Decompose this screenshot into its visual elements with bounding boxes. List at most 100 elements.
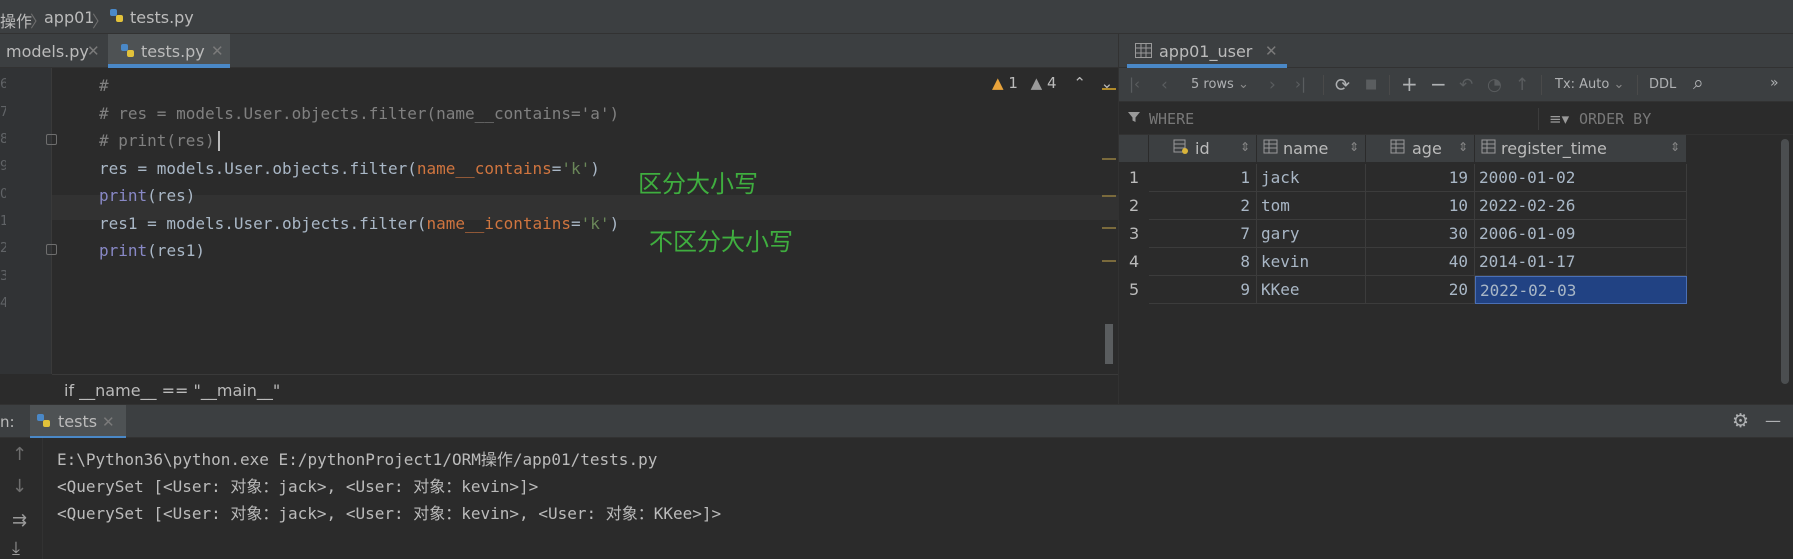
arrow-up-icon[interactable]: ↑ bbox=[12, 444, 27, 465]
ddl-button[interactable]: DDL bbox=[1649, 77, 1676, 92]
scroll-to-end-icon[interactable]: ⤓ bbox=[12, 538, 20, 559]
inspection-warnings[interactable]: ▲ 1 ▲ 4 ⌃ ⌄ bbox=[992, 74, 1113, 92]
breadcrumb-item-app01[interactable]: app01 bbox=[44, 8, 94, 27]
warning-stripe[interactable] bbox=[1102, 227, 1116, 229]
next-page-icon[interactable]: › bbox=[1269, 75, 1276, 95]
cell-id[interactable]: 7 bbox=[1149, 220, 1257, 248]
cell-name[interactable]: KKee bbox=[1257, 276, 1366, 304]
grid-corner bbox=[1119, 135, 1149, 163]
row-number[interactable]: 2 bbox=[1119, 192, 1149, 220]
scrollbar-thumb[interactable] bbox=[1781, 139, 1789, 384]
refresh-icon[interactable]: ⟳ bbox=[1335, 75, 1350, 96]
cell-age[interactable]: 30 bbox=[1366, 220, 1475, 248]
warning-stripe[interactable] bbox=[1102, 158, 1116, 160]
revert-icon[interactable]: ↶ bbox=[1459, 75, 1473, 95]
close-icon[interactable]: ✕ bbox=[211, 42, 224, 60]
column-icon bbox=[1390, 139, 1406, 159]
transaction-mode-dropdown[interactable]: Tx: Auto ⌄ bbox=[1555, 77, 1624, 92]
cell-id[interactable]: 1 bbox=[1149, 164, 1257, 192]
fold-marker-icon[interactable] bbox=[46, 134, 57, 145]
search-icon[interactable]: ⌕ bbox=[1693, 72, 1704, 94]
gear-icon[interactable]: ⚙ bbox=[1732, 410, 1749, 432]
sort-toggle-icon[interactable]: ⇕ bbox=[1670, 140, 1680, 154]
code-token: ) bbox=[609, 214, 620, 233]
submit-icon[interactable]: ↑ bbox=[1515, 75, 1529, 95]
code-line: print(res1) bbox=[99, 241, 205, 260]
db-tab-bar: app01_user ✕ bbox=[1119, 34, 1793, 68]
more-actions-icon[interactable]: » bbox=[1770, 75, 1779, 91]
row-number[interactable]: 4 bbox=[1119, 248, 1149, 276]
annotation-case-sensitive: 区分大小写 bbox=[638, 170, 758, 198]
fold-marker-icon[interactable] bbox=[46, 244, 57, 255]
column-header-id[interactable]: id ⇕ bbox=[1149, 135, 1257, 163]
add-row-icon[interactable]: + bbox=[1401, 72, 1418, 96]
cell-age[interactable]: 10 bbox=[1366, 192, 1475, 220]
breadcrumb-item-file[interactable]: tests.py bbox=[130, 8, 194, 27]
code-editor[interactable]: 6 7 8 9 0 1 2 3 4 # # res = models.User.… bbox=[0, 68, 1118, 374]
row-number[interactable]: 5 bbox=[1119, 276, 1149, 304]
cell-value: tom bbox=[1261, 196, 1290, 215]
breadcrumb-item-folder[interactable]: 操作 bbox=[0, 8, 32, 32]
row-number-label: 4 bbox=[1129, 252, 1140, 271]
warning-stripe[interactable] bbox=[1102, 195, 1116, 197]
previous-page-icon[interactable]: ‹ bbox=[1161, 75, 1168, 95]
run-tool-window-header: n: tests ✕ ⚙ — bbox=[0, 404, 1793, 439]
column-header-name[interactable]: name ⇕ bbox=[1257, 135, 1366, 163]
arrow-down-icon[interactable]: ↓ bbox=[12, 476, 27, 497]
code-line: # res = models.User.objects.filter(name_… bbox=[99, 104, 620, 123]
close-icon[interactable]: ✕ bbox=[102, 413, 115, 431]
cell-register-time[interactable]: 2000-01-02 bbox=[1475, 164, 1687, 192]
code-breadcrumb[interactable]: if __name__ == "__main__" bbox=[52, 374, 1118, 404]
tab-models-py[interactable]: models.py ✕ bbox=[0, 34, 106, 68]
cell-age[interactable]: 20 bbox=[1366, 276, 1475, 304]
stop-icon[interactable]: ■ bbox=[1365, 77, 1377, 92]
cell-name[interactable]: tom bbox=[1257, 192, 1366, 220]
result-grid[interactable]: id ⇕ name ⇕ age ⇕ register_time ⇕ 1 1 ja… bbox=[1119, 135, 1793, 404]
order-by-input[interactable]: ORDER BY bbox=[1579, 110, 1651, 128]
sort-toggle-icon[interactable]: ⇕ bbox=[1240, 140, 1250, 154]
grid-scrollbar[interactable] bbox=[1777, 135, 1793, 404]
tab-tests-run[interactable]: tests ✕ bbox=[30, 405, 126, 439]
cell-id[interactable]: 8 bbox=[1149, 248, 1257, 276]
last-page-icon[interactable]: ›| bbox=[1295, 75, 1306, 93]
sort-toggle-icon[interactable]: ⇕ bbox=[1349, 140, 1359, 154]
cell-name[interactable]: jack bbox=[1257, 164, 1366, 192]
editor-scroll-markers[interactable] bbox=[1100, 68, 1118, 374]
close-icon[interactable]: ✕ bbox=[1265, 42, 1278, 60]
tab-app01-user[interactable]: app01_user ✕ bbox=[1127, 34, 1287, 68]
table-icon bbox=[1135, 43, 1152, 62]
cell-register-time-selected[interactable]: 2022-02-03 bbox=[1475, 276, 1687, 304]
page-size-dropdown[interactable]: 5 rows ⌄ bbox=[1191, 77, 1249, 92]
cell-age[interactable]: 40 bbox=[1366, 248, 1475, 276]
cell-register-time[interactable]: 2006-01-09 bbox=[1475, 220, 1687, 248]
cell-id[interactable]: 2 bbox=[1149, 192, 1257, 220]
run-console[interactable]: ↑ ↓ ⇉ ⤓ E:\Python36\python.exe E:/python… bbox=[0, 438, 1793, 559]
column-header-register-time[interactable]: register_time ⇕ bbox=[1475, 135, 1687, 163]
delete-row-icon[interactable]: − bbox=[1430, 72, 1447, 96]
annotation-case-insensitive: 不区分大小写 bbox=[649, 228, 793, 256]
row-number[interactable]: 3 bbox=[1119, 220, 1149, 248]
warning-stripe[interactable] bbox=[1102, 88, 1116, 90]
cell-name[interactable]: kevin bbox=[1257, 248, 1366, 276]
cell-age[interactable]: 19 bbox=[1366, 164, 1475, 192]
toolbar-divider bbox=[1389, 75, 1390, 95]
sort-toggle-icon[interactable]: ⇕ bbox=[1458, 140, 1468, 154]
tab-tests-py[interactable]: tests.py ✕ bbox=[108, 34, 230, 68]
cell-value: jack bbox=[1261, 168, 1300, 187]
soft-wrap-icon[interactable]: ⇉ bbox=[12, 510, 27, 531]
minimize-icon[interactable]: — bbox=[1765, 411, 1781, 430]
cell-register-time[interactable]: 2014-01-17 bbox=[1475, 248, 1687, 276]
cell-id[interactable]: 9 bbox=[1149, 276, 1257, 304]
column-header-age[interactable]: age ⇕ bbox=[1366, 135, 1475, 163]
scrollbar-thumb[interactable] bbox=[1105, 324, 1113, 364]
preview-changes-icon[interactable]: ◔ bbox=[1487, 75, 1502, 95]
cell-value: kevin bbox=[1261, 252, 1310, 271]
cell-name[interactable]: gary bbox=[1257, 220, 1366, 248]
cell-register-time[interactable]: 2022-02-26 bbox=[1475, 192, 1687, 220]
where-input[interactable]: WHERE bbox=[1149, 110, 1194, 128]
previous-highlight-icon[interactable]: ⌃ bbox=[1073, 74, 1086, 92]
first-page-icon[interactable]: |‹ bbox=[1129, 75, 1140, 93]
warning-stripe[interactable] bbox=[1102, 260, 1116, 262]
row-number[interactable]: 1 bbox=[1119, 164, 1149, 192]
close-icon[interactable]: ✕ bbox=[87, 42, 100, 60]
